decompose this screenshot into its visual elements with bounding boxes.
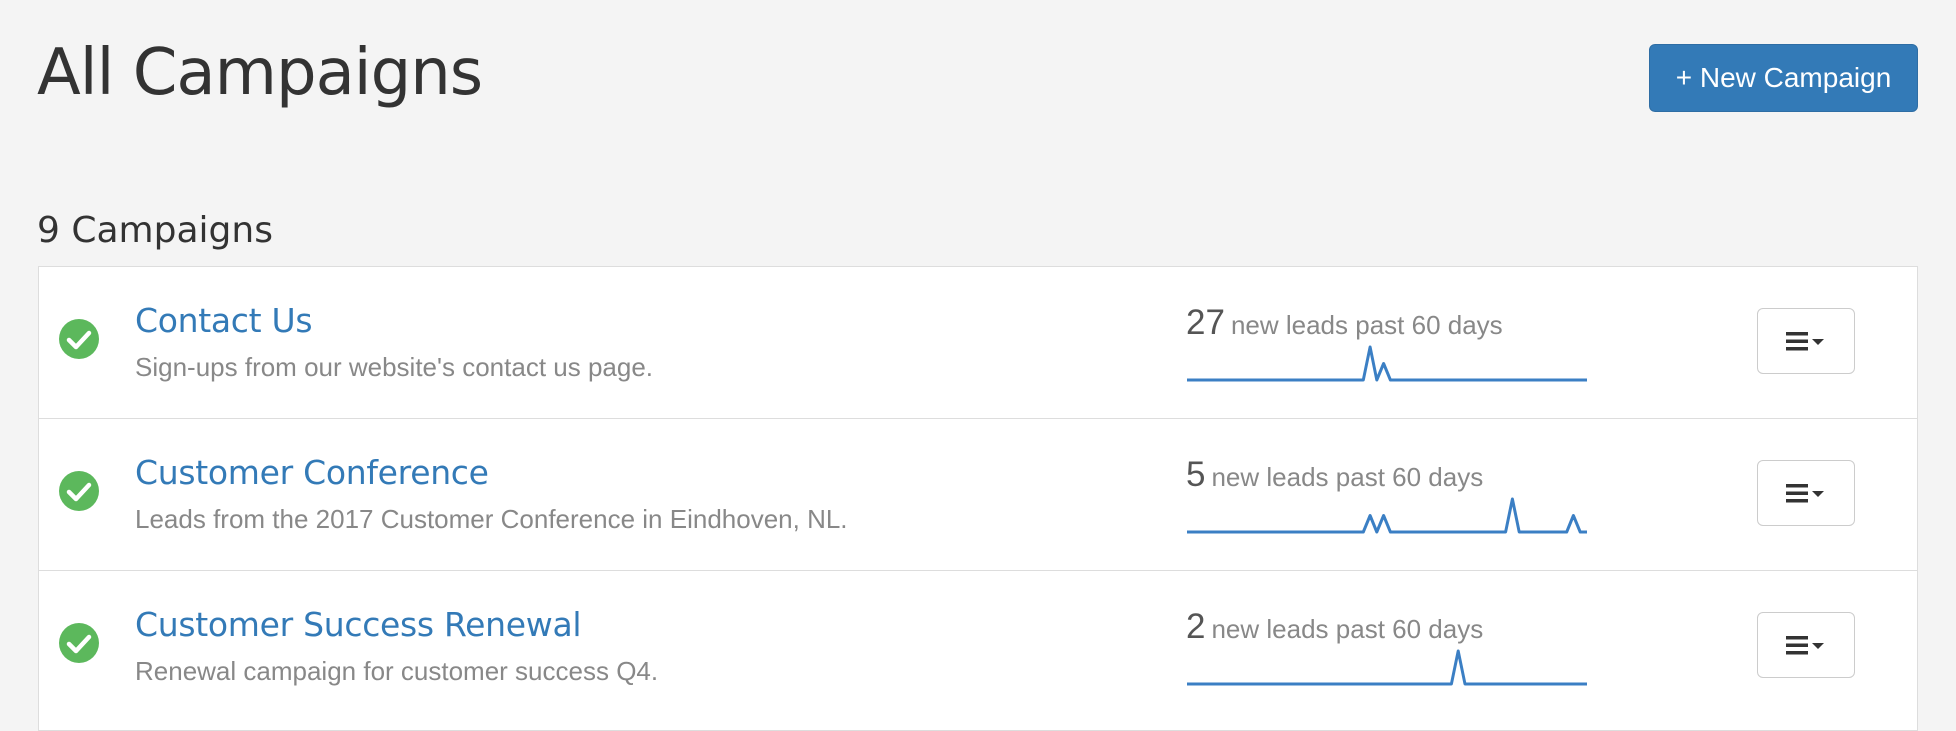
leads-label: new leads past 60 days bbox=[1211, 462, 1484, 492]
leads-summary: 27 new leads past 60 days bbox=[1186, 303, 1503, 343]
check-circle-icon bbox=[59, 319, 99, 359]
campaign-row: Customer Conference Leads from the 2017 … bbox=[39, 419, 1917, 571]
leads-label: new leads past 60 days bbox=[1230, 310, 1503, 340]
new-campaign-button[interactable]: + New Campaign bbox=[1649, 44, 1918, 112]
leads-sparkline bbox=[1187, 649, 1587, 686]
campaign-list: Contact Us Sign-ups from our website's c… bbox=[38, 266, 1918, 731]
leads-sparkline bbox=[1187, 345, 1587, 382]
check-circle-icon bbox=[59, 471, 99, 511]
hamburger-caret-icon bbox=[1786, 636, 1824, 655]
sparkline-path bbox=[1187, 345, 1587, 382]
campaign-name-link[interactable]: Customer Success Renewal bbox=[135, 605, 582, 644]
campaign-row: Contact Us Sign-ups from our website's c… bbox=[39, 267, 1917, 419]
campaign-menu-button[interactable] bbox=[1757, 612, 1855, 678]
campaign-name-link[interactable]: Customer Conference bbox=[135, 453, 489, 492]
sparkline-path bbox=[1187, 497, 1587, 534]
hamburger-caret-icon bbox=[1786, 332, 1824, 351]
campaign-name-link[interactable]: Contact Us bbox=[135, 301, 313, 340]
campaign-count-heading: 9 Campaigns bbox=[37, 210, 273, 251]
campaign-description: Sign-ups from our website's contact us p… bbox=[135, 352, 654, 382]
leads-summary: 2 new leads past 60 days bbox=[1186, 607, 1483, 647]
lead-count: 2 bbox=[1186, 607, 1206, 646]
leads-label: new leads past 60 days bbox=[1211, 614, 1484, 644]
sparkline-path bbox=[1187, 649, 1587, 686]
leads-sparkline bbox=[1187, 497, 1587, 534]
leads-summary: 5 new leads past 60 days bbox=[1186, 455, 1483, 495]
campaign-menu-button[interactable] bbox=[1757, 460, 1855, 526]
hamburger-caret-icon bbox=[1786, 484, 1824, 503]
campaign-description: Leads from the 2017 Customer Conference … bbox=[135, 504, 848, 534]
check-circle-icon bbox=[59, 623, 99, 663]
page-title: All Campaigns bbox=[37, 36, 483, 110]
lead-count: 5 bbox=[1186, 455, 1206, 494]
campaign-description: Renewal campaign for customer success Q4… bbox=[135, 656, 659, 686]
campaign-row: Customer Success Renewal Renewal campaig… bbox=[39, 571, 1917, 731]
campaign-menu-button[interactable] bbox=[1757, 308, 1855, 374]
lead-count: 27 bbox=[1186, 303, 1225, 342]
